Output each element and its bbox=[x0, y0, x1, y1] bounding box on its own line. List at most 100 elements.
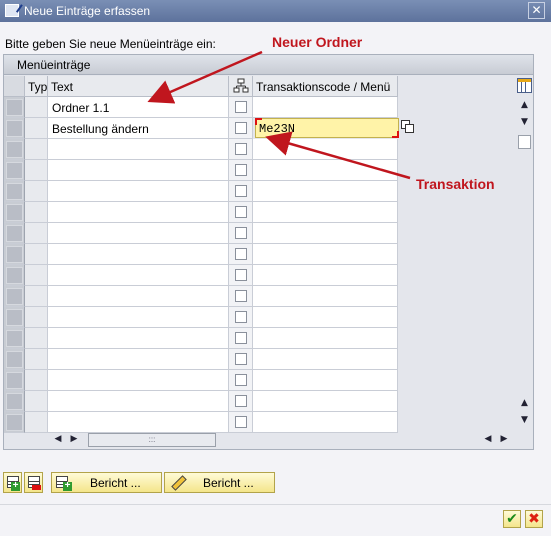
transaction-code-cell[interactable] bbox=[253, 286, 398, 307]
folder-checkbox-cell[interactable] bbox=[229, 244, 253, 265]
folder-checkbox[interactable] bbox=[235, 416, 247, 428]
scroll-left-arrow-right[interactable]: ◀ bbox=[482, 431, 494, 448]
transaction-code-cell[interactable] bbox=[253, 139, 398, 160]
transaction-code-cell[interactable] bbox=[253, 328, 398, 349]
folder-checkbox-cell[interactable] bbox=[229, 328, 253, 349]
folder-checkbox[interactable] bbox=[235, 290, 247, 302]
text-cell[interactable] bbox=[48, 265, 229, 286]
folder-checkbox[interactable] bbox=[235, 143, 247, 155]
folder-checkbox-cell[interactable] bbox=[229, 349, 253, 370]
row-selector[interactable] bbox=[4, 244, 25, 265]
text-cell[interactable] bbox=[48, 349, 229, 370]
text-cell[interactable] bbox=[48, 328, 229, 349]
report-edit-button[interactable]: Bericht ... bbox=[164, 472, 275, 493]
transaction-code-cell[interactable] bbox=[253, 307, 398, 328]
text-cell[interactable] bbox=[48, 370, 229, 391]
folder-checkbox[interactable] bbox=[235, 164, 247, 176]
row-selector[interactable] bbox=[4, 97, 25, 118]
text-cell[interactable] bbox=[48, 181, 229, 202]
row-selector[interactable] bbox=[4, 118, 25, 139]
row-selector[interactable] bbox=[4, 307, 25, 328]
column-header-transaction-code[interactable]: Transaktionscode / Menü bbox=[253, 76, 398, 97]
folder-checkbox-cell[interactable] bbox=[229, 160, 253, 181]
folder-checkbox[interactable] bbox=[235, 101, 247, 113]
transaction-code-cell[interactable] bbox=[253, 160, 398, 181]
delete-row-button[interactable] bbox=[24, 472, 43, 493]
folder-checkbox-cell[interactable] bbox=[229, 391, 253, 412]
folder-checkbox-cell[interactable] bbox=[229, 139, 253, 160]
transaction-code-cell[interactable] bbox=[253, 412, 398, 433]
cancel-button[interactable]: ✖ bbox=[525, 510, 543, 528]
transaction-code-cell[interactable] bbox=[253, 223, 398, 244]
horizontal-scroll-thumb[interactable]: ::: bbox=[88, 433, 216, 447]
transaction-code-cell[interactable] bbox=[253, 244, 398, 265]
folder-checkbox-cell[interactable] bbox=[229, 202, 253, 223]
vertical-scroll-thumb[interactable] bbox=[518, 135, 531, 149]
folder-checkbox[interactable] bbox=[235, 227, 247, 239]
select-all-header[interactable] bbox=[4, 76, 25, 97]
vertical-scrollbar[interactable]: ▲ ▼ ▲ ▼ bbox=[516, 76, 533, 432]
text-cell[interactable] bbox=[48, 391, 229, 412]
folder-checkbox[interactable] bbox=[235, 206, 247, 218]
transaction-code-input[interactable]: Me23N bbox=[255, 118, 399, 138]
scroll-left-arrow[interactable]: ◀ bbox=[52, 431, 64, 448]
column-header-text[interactable]: Text bbox=[48, 76, 229, 97]
text-cell[interactable] bbox=[48, 160, 229, 181]
close-button[interactable]: ✕ bbox=[528, 2, 545, 19]
row-selector[interactable] bbox=[4, 286, 25, 307]
value-help-icon[interactable] bbox=[401, 120, 415, 134]
text-cell[interactable] bbox=[48, 286, 229, 307]
scroll-down-arrow[interactable]: ▼ bbox=[516, 114, 533, 130]
report-add-button[interactable]: + Bericht ... bbox=[51, 472, 162, 493]
folder-checkbox[interactable] bbox=[235, 395, 247, 407]
folder-checkbox[interactable] bbox=[235, 185, 247, 197]
folder-checkbox-cell[interactable] bbox=[229, 370, 253, 391]
row-selector[interactable] bbox=[4, 202, 25, 223]
row-selector[interactable] bbox=[4, 349, 25, 370]
transaction-code-cell[interactable] bbox=[253, 391, 398, 412]
transaction-code-cell[interactable] bbox=[253, 265, 398, 286]
text-cell[interactable] bbox=[48, 244, 229, 265]
row-selector[interactable] bbox=[4, 223, 25, 244]
row-selector[interactable] bbox=[4, 265, 25, 286]
scroll-up-arrow-bottom[interactable]: ▲ bbox=[516, 395, 533, 411]
row-selector[interactable] bbox=[4, 412, 25, 433]
text-cell[interactable]: Ordner 1.1 bbox=[48, 97, 229, 118]
folder-checkbox[interactable] bbox=[235, 311, 247, 323]
horizontal-scrollbar[interactable]: ◀ ▶ ::: ◀ ▶ bbox=[48, 431, 514, 448]
row-selector[interactable] bbox=[4, 370, 25, 391]
folder-checkbox[interactable] bbox=[235, 122, 247, 134]
row-selector[interactable] bbox=[4, 181, 25, 202]
table-settings-icon[interactable] bbox=[517, 78, 532, 93]
folder-checkbox-cell[interactable] bbox=[229, 265, 253, 286]
insert-row-button[interactable]: + bbox=[3, 472, 22, 493]
folder-checkbox[interactable] bbox=[235, 374, 247, 386]
scroll-right-arrow[interactable]: ▶ bbox=[68, 431, 80, 448]
transaction-code-cell[interactable] bbox=[253, 202, 398, 223]
text-cell[interactable] bbox=[48, 412, 229, 433]
folder-checkbox-cell[interactable] bbox=[229, 307, 253, 328]
row-selector[interactable] bbox=[4, 391, 25, 412]
scroll-down-arrow-bottom[interactable]: ▼ bbox=[516, 412, 533, 428]
folder-checkbox[interactable] bbox=[235, 269, 247, 281]
row-selector[interactable] bbox=[4, 139, 25, 160]
folder-checkbox-cell[interactable] bbox=[229, 97, 253, 118]
transaction-code-cell[interactable] bbox=[253, 349, 398, 370]
confirm-button[interactable]: ✔ bbox=[503, 510, 521, 528]
folder-checkbox-cell[interactable] bbox=[229, 286, 253, 307]
folder-checkbox-cell[interactable] bbox=[229, 118, 253, 139]
column-header-typ[interactable]: Typ bbox=[25, 76, 48, 97]
row-selector[interactable] bbox=[4, 328, 25, 349]
folder-checkbox[interactable] bbox=[235, 332, 247, 344]
text-cell[interactable] bbox=[48, 139, 229, 160]
text-cell[interactable] bbox=[48, 307, 229, 328]
column-header-hierarchy[interactable] bbox=[229, 76, 253, 97]
scroll-right-arrow-right[interactable]: ▶ bbox=[498, 431, 510, 448]
scroll-up-arrow[interactable]: ▲ bbox=[516, 97, 533, 113]
transaction-code-cell[interactable] bbox=[253, 181, 398, 202]
row-selector[interactable] bbox=[4, 160, 25, 181]
folder-checkbox[interactable] bbox=[235, 353, 247, 365]
folder-checkbox[interactable] bbox=[235, 248, 247, 260]
text-cell[interactable] bbox=[48, 202, 229, 223]
transaction-code-cell[interactable] bbox=[253, 370, 398, 391]
